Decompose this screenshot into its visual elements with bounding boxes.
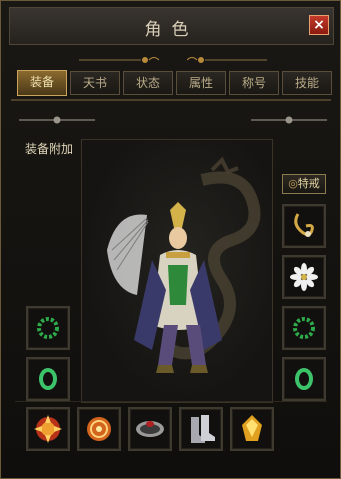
- jade-ring-icon: [295, 368, 313, 390]
- ornament-slider-right: [251, 116, 327, 124]
- tab-skills[interactable]: 技能: [282, 71, 332, 95]
- equip-slot-orb[interactable]: [77, 407, 121, 451]
- title-bar: 角色 ×: [9, 7, 334, 45]
- tab-titles[interactable]: 称号: [229, 71, 279, 95]
- jade-ring-icon: [39, 368, 57, 390]
- close-button[interactable]: ×: [309, 15, 329, 35]
- equip-slot-belt[interactable]: [128, 407, 172, 451]
- fire-orb-icon: [87, 417, 111, 441]
- tab-divider: [11, 99, 331, 101]
- equip-slot-boots[interactable]: [179, 407, 223, 451]
- equip-slot-necklace[interactable]: [282, 204, 326, 248]
- silver-belt-icon: [136, 421, 164, 437]
- white-flower-medal-icon: [290, 263, 318, 291]
- equipment-bonus-label: 装备附加: [25, 142, 74, 156]
- equip-slot-gem[interactable]: [230, 407, 274, 451]
- window-title: 角色: [144, 20, 199, 40]
- character-window: 角色 × 装备 天书 状态 属性 称号 技能 装备附加 ◎特戒: [0, 0, 341, 479]
- green-bead-bracelet-icon: [293, 317, 315, 339]
- fire-medal-icon: [34, 415, 62, 443]
- equip-slot-bracelet-right[interactable]: [282, 306, 326, 350]
- special-ring-icon: ◎: [288, 177, 298, 190]
- special-ring-button[interactable]: ◎特戒: [282, 174, 326, 194]
- golden-gem-icon: [242, 415, 262, 441]
- equip-slot-medal[interactable]: [282, 255, 326, 299]
- steel-boots-icon: [191, 415, 215, 443]
- title-ornament-left: [79, 57, 159, 63]
- equip-slot-ring-right[interactable]: [282, 357, 326, 401]
- character-figure: [107, 202, 222, 373]
- title-ornament-right: [187, 57, 267, 63]
- special-ring-label: 特戒: [297, 177, 320, 190]
- tab-equipment[interactable]: 装备: [17, 70, 67, 96]
- tab-status[interactable]: 状态: [123, 71, 173, 95]
- tab-attributes[interactable]: 属性: [176, 71, 226, 95]
- green-bead-bracelet-icon: [37, 317, 59, 339]
- equip-slot-medal-fire[interactable]: [26, 407, 70, 451]
- tab-heavenly-book[interactable]: 天书: [70, 71, 120, 95]
- tab-bar: 装备 天书 状态 属性 称号 技能: [17, 70, 332, 96]
- equip-slot-ring-left[interactable]: [26, 357, 70, 401]
- equip-slot-bracelet-left[interactable]: [26, 306, 70, 350]
- golden-necklace-icon: [294, 213, 314, 237]
- character-model-area: [81, 139, 273, 403]
- ornament-slider-left: [19, 116, 95, 124]
